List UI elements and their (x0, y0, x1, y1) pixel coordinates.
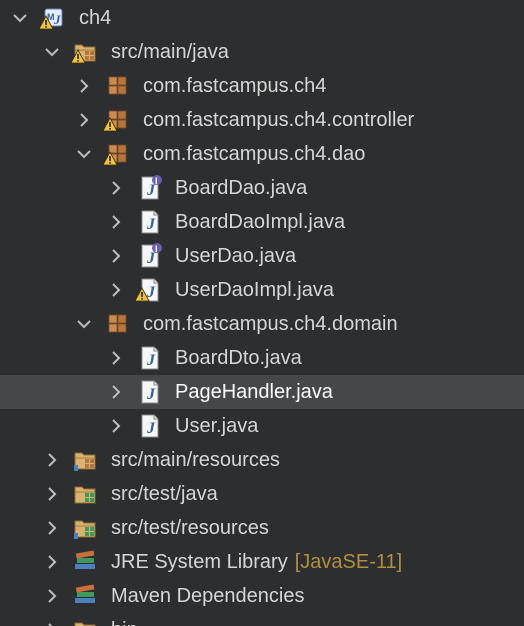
tree-item[interactable]: src/main/java (0, 35, 524, 69)
tree-item[interactable]: JRE System Library [JavaSE-11] (0, 545, 524, 579)
tree-item-label: BoardDao.java (175, 177, 308, 199)
chevron-right-icon[interactable] (41, 477, 61, 511)
chevron-down-icon[interactable] (9, 1, 29, 35)
svg-text:J: J (146, 386, 156, 403)
chevron-right-icon[interactable] (73, 69, 93, 103)
tree-item-label: com.fastcampus.ch4 (143, 75, 327, 97)
resource-folder-icon (73, 448, 99, 472)
chevron-right-icon[interactable] (105, 375, 125, 409)
tree-item-label: UserDao.java (175, 245, 297, 267)
chevron-right-icon[interactable] (41, 443, 61, 477)
tree-item-label: com.fastcampus.ch4.domain (143, 313, 398, 335)
java-project-icon: MJ (38, 6, 67, 30)
package-icon (102, 142, 131, 166)
tree-item[interactable]: J UserDaoImpl.java (0, 273, 524, 307)
java-file-icon: J (137, 414, 163, 438)
chevron-right-icon[interactable] (41, 545, 61, 579)
svg-text:I: I (155, 176, 158, 186)
tree-item-label: BoardDaoImpl.java (175, 211, 346, 233)
folder-icon (73, 618, 99, 626)
tree-item[interactable]: J PageHandler.java (0, 375, 524, 409)
tree-item[interactable]: M J ch4 (0, 1, 524, 35)
chevron-right-icon[interactable] (73, 103, 93, 137)
test-resource-folder-icon (73, 516, 99, 540)
package-icon (102, 108, 131, 132)
tree-item-label: PageHandler.java (175, 381, 333, 403)
tree-item[interactable]: com.fastcampus.ch4.domain (0, 307, 524, 341)
tree-item[interactable]: J I UserDao.java (0, 239, 524, 273)
chevron-right-icon[interactable] (105, 205, 125, 239)
tree-item-label: src/main/java (111, 41, 229, 63)
chevron-down-icon[interactable] (41, 35, 61, 69)
tree-item[interactable]: J I BoardDao.java (0, 171, 524, 205)
svg-text:J: J (53, 12, 61, 27)
svg-text:J: J (146, 352, 156, 369)
tree-item[interactable]: J BoardDto.java (0, 341, 524, 375)
tree-item[interactable]: src/test/resources (0, 511, 524, 545)
tree-item[interactable]: src/test/java (0, 477, 524, 511)
chevron-right-icon[interactable] (41, 613, 61, 626)
chevron-right-icon[interactable] (41, 511, 61, 545)
tree-item-label: src/test/java (111, 483, 218, 505)
java-file-icon: J (137, 380, 163, 404)
tree-item[interactable]: com.fastcampus.ch4.dao (0, 137, 524, 171)
tree-item[interactable]: Maven Dependencies (0, 579, 524, 613)
tree-item-label: bin (111, 619, 138, 626)
chevron-down-icon[interactable] (73, 307, 93, 341)
tree-item-label: src/test/resources (111, 517, 269, 539)
test-source-folder-icon (73, 482, 99, 506)
java-file-icon: J (137, 346, 163, 370)
chevron-right-icon[interactable] (105, 273, 125, 307)
java-file-icon: J (134, 278, 163, 302)
library-icon (73, 550, 99, 574)
java-interface-file-icon: JI (137, 175, 163, 200)
tree-item[interactable]: J BoardDaoImpl.java (0, 205, 524, 239)
svg-text:J: J (146, 216, 156, 233)
package-icon (105, 312, 131, 336)
tree-item-label: BoardDto.java (175, 347, 302, 369)
tree-item-label: UserDaoImpl.java (175, 279, 334, 301)
chevron-right-icon[interactable] (105, 239, 125, 273)
chevron-right-icon[interactable] (105, 409, 125, 443)
library-icon (73, 584, 99, 608)
java-interface-file-icon: JI (137, 243, 163, 268)
svg-text:I: I (155, 244, 158, 254)
package-explorer-tree: M J ch4 src/main/java com.fastcampus.ch4 com.… (0, 0, 524, 626)
svg-text:J: J (146, 420, 156, 437)
source-folder-icon (70, 40, 99, 64)
tree-item-label: JRE System Library [JavaSE-11] (111, 551, 403, 573)
chevron-right-icon[interactable] (41, 579, 61, 613)
tree-item-label: User.java (175, 415, 259, 437)
tree-item-label: com.fastcampus.ch4.controller (143, 109, 415, 131)
tree-item-decoration: [JavaSE-11] (294, 551, 403, 573)
tree-item[interactable]: J User.java (0, 409, 524, 443)
tree-item-label: com.fastcampus.ch4.dao (143, 143, 366, 165)
chevron-right-icon[interactable] (105, 341, 125, 375)
tree-item[interactable]: src/main/resources (0, 443, 524, 477)
java-file-icon: J (137, 210, 163, 234)
chevron-down-icon[interactable] (73, 137, 93, 171)
tree-item-label: Maven Dependencies (111, 585, 305, 607)
tree-item[interactable]: com.fastcampus.ch4 (0, 69, 524, 103)
tree-item[interactable]: com.fastcampus.ch4.controller (0, 103, 524, 137)
chevron-right-icon[interactable] (105, 171, 125, 205)
tree-item-label: src/main/resources (111, 449, 280, 471)
package-icon (105, 74, 131, 98)
tree-item[interactable]: bin (0, 613, 524, 626)
tree-item-label: ch4 (79, 7, 112, 29)
